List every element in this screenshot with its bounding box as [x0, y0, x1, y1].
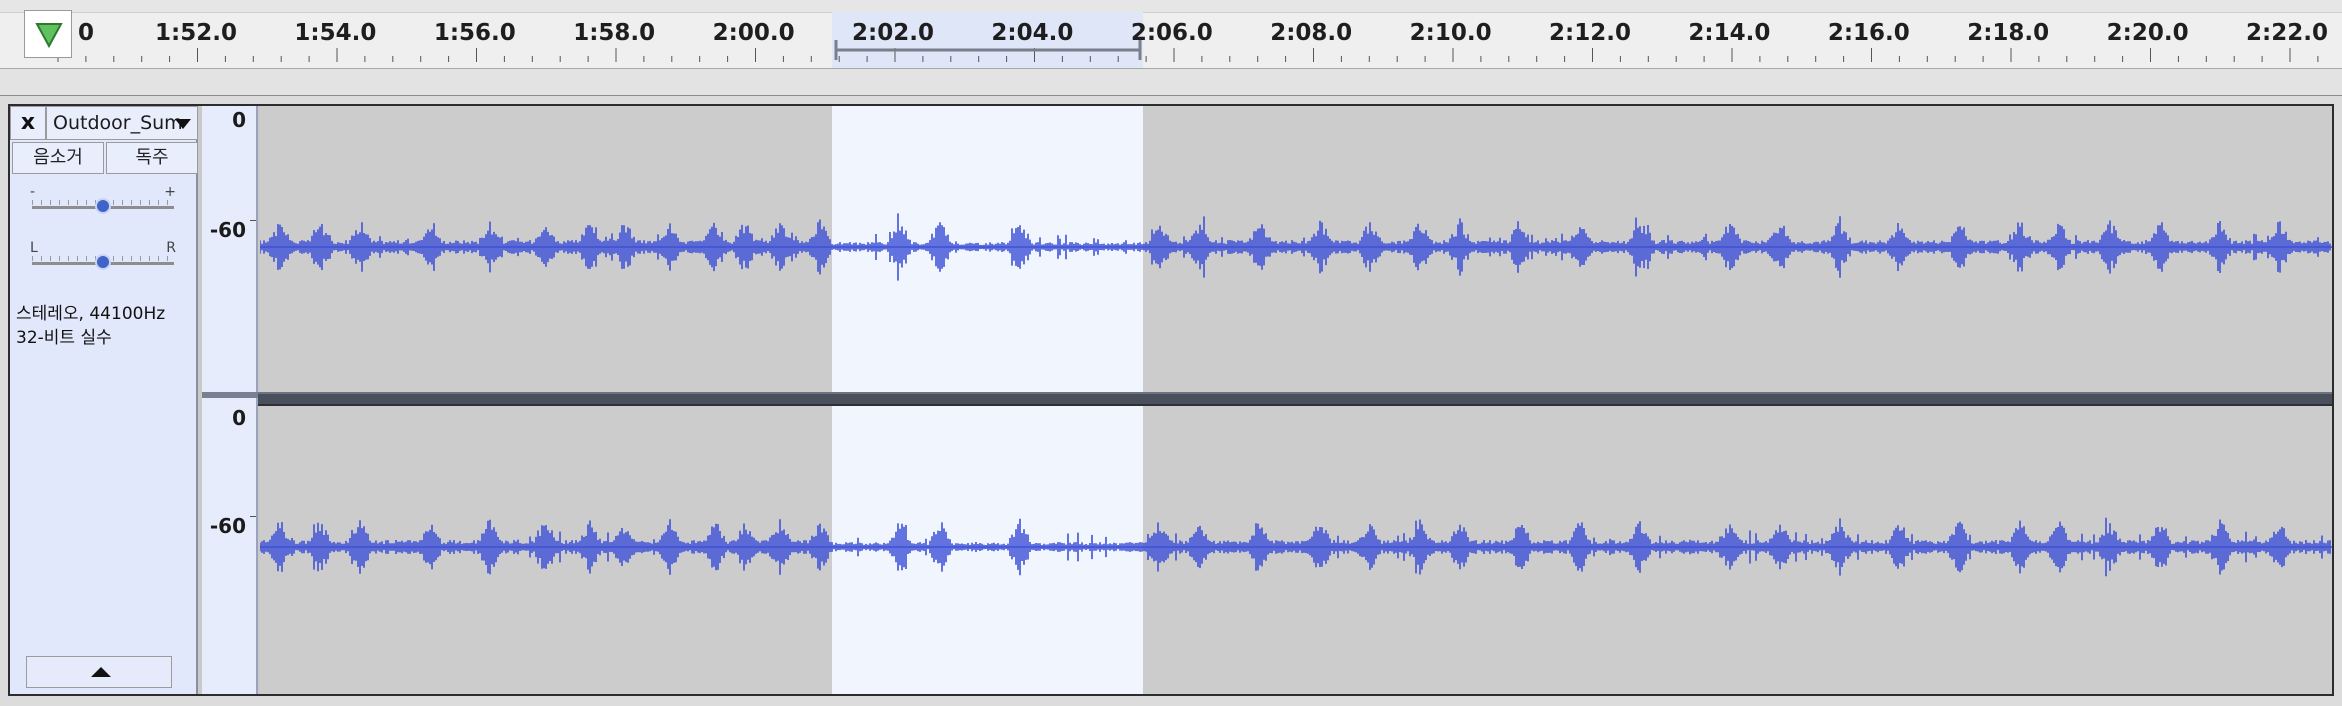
play-head-button[interactable] [24, 10, 72, 58]
ruler-tick-label: 2:22.0 [2246, 20, 2328, 46]
collapse-track-button[interactable] [26, 656, 172, 688]
dropdown-arrow-icon [175, 119, 191, 129]
ruler-tick-label: 2:06.0 [1130, 20, 1213, 46]
ruler-tick-label: 2:10.0 [1409, 20, 1492, 46]
ruler-tick-label: 2:00.0 [712, 20, 795, 46]
solo-button[interactable]: 독주 [106, 142, 198, 174]
vruler-tick [250, 516, 256, 517]
close-track-button[interactable]: x [10, 106, 46, 140]
ruler-tick-label: 2:16.0 [1827, 20, 1910, 46]
ruler-tick-label: 1:54.0 [294, 20, 377, 46]
track-format-line2: 32-비트 실수 [16, 328, 112, 348]
waveform-right-channel[interactable] [260, 406, 2332, 694]
track-name-menu-button[interactable]: Outdoor_Sum [46, 106, 198, 140]
pan-left-label: L [30, 240, 38, 256]
pan-slider-knob[interactable] [95, 254, 111, 270]
gain-slider[interactable]: - + [28, 184, 178, 224]
vruler-mid-label: -60 [209, 514, 246, 538]
ruler-tick-label: 2:08.0 [1270, 20, 1353, 46]
gain-slider-knob[interactable] [95, 198, 111, 214]
vruler-mid-label: -60 [209, 218, 246, 242]
vertical-ruler-right-channel[interactable]: 0 -60 [202, 398, 258, 694]
timeline-ruler[interactable]: 0 1:52.0 1:54.0 1:56.0 1:58.0 2:00.0 2:02.0 2:0… [0, 0, 2342, 97]
ruler-tick-label: 1:58.0 [573, 20, 656, 46]
waveform-right [260, 517, 2332, 577]
gain-max-label: + [164, 184, 176, 200]
ruler-tick-label: 1:56.0 [433, 20, 516, 46]
mute-button[interactable]: 음소거 [12, 142, 104, 174]
track-format-info: 스테레오, 44100Hz 32-비트 실수 [16, 302, 165, 350]
gain-min-label: - [30, 184, 36, 200]
ruler-tick-label: 2:14.0 [1688, 20, 1771, 46]
vruler-tick [250, 220, 256, 221]
ruler-bottom-bar [0, 68, 2342, 97]
pan-slider[interactable]: L R [28, 240, 178, 280]
vertical-ruler-left-channel[interactable]: 0 -60 [202, 106, 258, 392]
play-head-triangle-icon [35, 23, 63, 49]
ruler-tick-label: 2:20.0 [2106, 20, 2189, 46]
waveform-left [260, 213, 2332, 281]
track-format-line1: 스테레오, 44100Hz [16, 304, 166, 324]
vruler-top-label: 0 [232, 406, 246, 430]
collapse-up-arrow-icon [91, 667, 111, 677]
ruler-tick-label: 0 [77, 20, 95, 46]
channel-divider[interactable] [258, 392, 2332, 406]
ruler-tick-label: 2:02.0 [852, 20, 934, 46]
ruler-tick-label: 2:18.0 [1967, 20, 2050, 46]
track-control-panel[interactable]: x Outdoor_Sum 음소거 독주 - + L R 스테레오, 44100… [10, 106, 198, 694]
pan-right-label: R [166, 240, 176, 256]
track-name-label: Outdoor_Sum [53, 112, 183, 134]
waveform-left-channel[interactable] [260, 106, 2332, 392]
ruler-tick-label: 2:04.0 [991, 20, 1074, 46]
ruler-tick-label: 1:52.0 [155, 20, 237, 46]
ruler-tick-label: 2:12.0 [1549, 20, 1631, 46]
vruler-top-label: 0 [232, 108, 246, 132]
